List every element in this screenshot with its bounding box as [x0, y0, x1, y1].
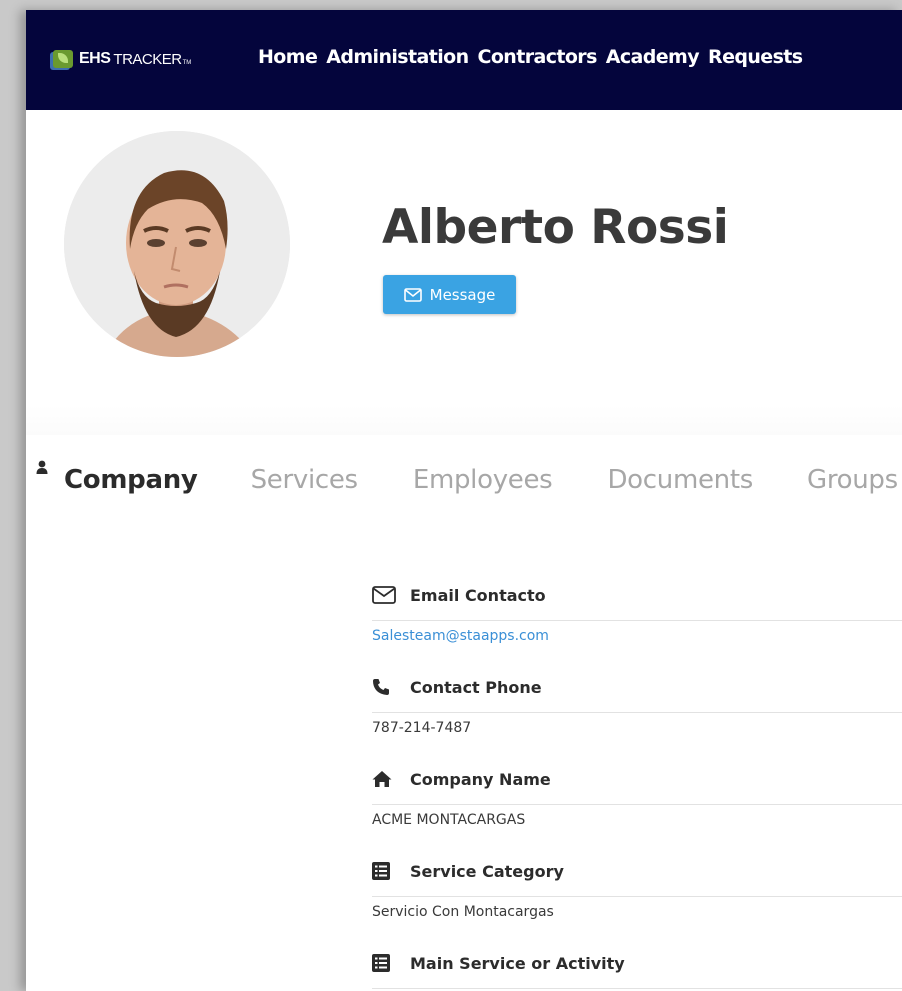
envelope-icon — [403, 287, 422, 302]
field-main-service-label: Main Service or Activity — [410, 953, 625, 973]
app-window: EHS TRACKER TM Home Administation Contra… — [26, 10, 902, 991]
nav-contractors[interactable]: Contractors — [478, 46, 598, 68]
field-email-value[interactable]: Salesteam@staapps.com — [372, 621, 902, 651]
section-divider — [26, 405, 902, 435]
profile-avatar — [64, 131, 290, 357]
list-icon — [372, 862, 398, 880]
field-label-row: Contact Phone — [372, 672, 902, 702]
field-service-category-value: Servicio Con Montacargas — [372, 904, 554, 920]
tab-employees[interactable]: Employees — [413, 465, 553, 495]
envelope-icon — [372, 586, 398, 604]
field-label-row: Main Service or Activity — [372, 948, 902, 978]
phone-icon — [372, 678, 398, 696]
brand-tracker: TRACKER — [113, 50, 182, 68]
avatar-portrait — [64, 131, 290, 357]
message-button[interactable]: Message — [383, 275, 516, 314]
person-icon — [36, 460, 48, 474]
tab-groups[interactable]: Groups — [807, 465, 898, 495]
field-phone: Contact Phone 787-214-7487 — [372, 672, 902, 764]
nav-academy[interactable]: Academy — [606, 46, 700, 68]
tab-documents[interactable]: Documents — [607, 465, 753, 495]
field-company-name-value: ACME MONTACARGAS — [372, 812, 526, 828]
tab-company[interactable]: Company — [26, 460, 198, 495]
tab-services[interactable]: Services — [251, 465, 359, 495]
field-phone-label: Contact Phone — [410, 677, 542, 697]
field-service-category-label: Service Category — [410, 861, 564, 881]
profile-name: Alberto Rossi — [382, 200, 729, 255]
list-icon — [372, 954, 398, 972]
nav-home[interactable]: Home — [258, 46, 318, 68]
profile-tabs: Company Services Employees Documents Gro… — [26, 460, 898, 495]
field-company-name: Company Name ACME MONTACARGAS — [372, 764, 902, 856]
field-main-service: Main Service or Activity — [372, 948, 902, 991]
nav-requests[interactable]: Requests — [708, 46, 803, 68]
brand-ehs: EHS — [79, 50, 111, 67]
field-label-row: Service Category — [372, 856, 902, 886]
field-email-label: Email Contacto — [410, 585, 546, 605]
message-button-label: Message — [429, 285, 496, 304]
brand-logo[interactable]: EHS TRACKER TM — [53, 50, 191, 68]
field-phone-value: 787-214-7487 — [372, 720, 472, 736]
field-label-row: Email Contacto — [372, 580, 902, 610]
nav-administation[interactable]: Administation — [326, 46, 469, 68]
main-nav: Home Administation Contractors Academy R… — [258, 46, 811, 68]
brand-tm: TM — [182, 60, 192, 66]
field-company-name-label: Company Name — [410, 769, 551, 789]
top-navbar: EHS TRACKER TM Home Administation Contra… — [26, 10, 902, 110]
field-label-row: Company Name — [372, 764, 902, 794]
home-icon — [372, 770, 398, 788]
field-service-category: Service Category Servicio Con Montacarga… — [372, 856, 902, 948]
leaf-logo-icon — [53, 50, 73, 68]
company-details: Email Contacto Salesteam@staapps.com Con… — [372, 580, 902, 991]
tab-company-label: Company — [64, 465, 198, 495]
field-email: Email Contacto Salesteam@staapps.com — [372, 580, 902, 672]
